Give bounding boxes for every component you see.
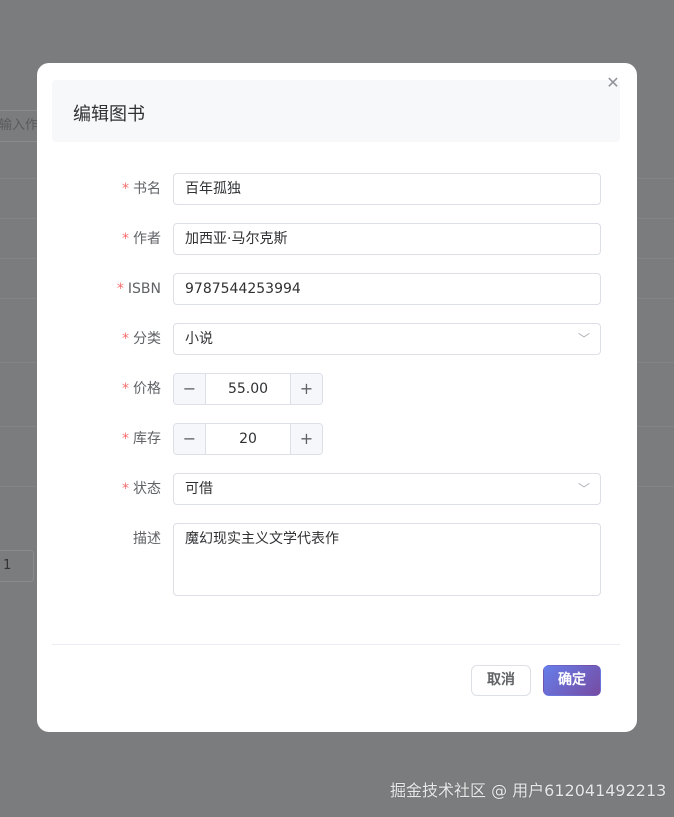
stock-stepper: − 20 + xyxy=(173,423,323,455)
category-label: * 分类 xyxy=(122,323,161,355)
required-mark: * xyxy=(122,231,129,247)
author-input[interactable]: 加西亚·马尔克斯 xyxy=(173,223,601,255)
status-label: * 状态 xyxy=(122,473,161,505)
required-mark: * xyxy=(122,431,129,447)
description-label: 描述 xyxy=(133,523,161,555)
status-select[interactable]: 可借 ﹀ xyxy=(173,473,601,505)
label-text: 价格 xyxy=(133,381,161,397)
required-mark: * xyxy=(122,481,129,497)
required-mark: * xyxy=(122,381,129,397)
form-row-status: * 状态 可借 ﹀ xyxy=(37,473,637,505)
label-text: 描述 xyxy=(133,531,161,547)
required-mark: * xyxy=(116,281,124,297)
price-input[interactable]: 55.00 xyxy=(206,374,290,404)
form-row-author: * 作者 加西亚·马尔克斯 xyxy=(37,223,637,255)
chevron-down-icon: ﹀ xyxy=(577,482,590,496)
increase-button[interactable]: + xyxy=(290,374,322,404)
label-text: 作者 xyxy=(133,231,161,247)
price-stepper: − 55.00 + xyxy=(173,373,323,405)
edit-book-dialog: 编辑图书 ✕ * 书名 百年孤独 * 作者 加西亚·马尔克斯 * ISBN 97875… xyxy=(37,63,637,732)
cancel-button[interactable]: 取消 xyxy=(471,665,531,696)
category-select[interactable]: 小说 ﹀ xyxy=(173,323,601,355)
confirm-button[interactable]: 确定 xyxy=(543,665,601,696)
chevron-down-icon: ﹀ xyxy=(577,332,590,346)
required-mark: * xyxy=(122,181,129,197)
isbn-input[interactable]: 9787544253994 xyxy=(173,273,601,305)
select-value: 小说 xyxy=(185,331,213,347)
footer-divider xyxy=(52,644,620,645)
background-pagination: 1 xyxy=(0,550,34,582)
label-text: 分类 xyxy=(133,331,161,347)
stock-input[interactable]: 20 xyxy=(206,424,290,454)
dialog-title: 编辑图书 xyxy=(73,104,145,125)
form-row-category: * 分类 小说 ﹀ xyxy=(37,323,637,355)
form-row-title: * 书名 百年孤独 xyxy=(37,173,637,205)
label-text: ISBN xyxy=(127,281,161,297)
decrease-button[interactable]: − xyxy=(174,424,206,454)
title-input[interactable]: 百年孤独 xyxy=(173,173,601,205)
form-row-price: * 价格 − 55.00 + xyxy=(37,373,637,405)
isbn-label: * ISBN xyxy=(117,273,161,305)
label-text: 书名 xyxy=(133,181,161,197)
form-row-stock: * 库存 − 20 + xyxy=(37,423,637,455)
dialog-header: 编辑图书 xyxy=(52,80,620,142)
form-row-isbn: * ISBN 9787544253994 xyxy=(37,273,637,305)
required-mark: * xyxy=(122,331,129,347)
decrease-button[interactable]: − xyxy=(174,374,206,404)
close-icon[interactable]: ✕ xyxy=(605,75,621,91)
form-row-description: 描述 魔幻现实主义文学代表作 xyxy=(37,523,637,596)
author-label: * 作者 xyxy=(122,223,161,255)
label-text: 库存 xyxy=(133,431,161,447)
watermark: 掘金技术社区 @ 用户612041492213 xyxy=(390,781,667,800)
stock-label: * 库存 xyxy=(122,423,161,455)
increase-button[interactable]: + xyxy=(290,424,322,454)
description-textarea[interactable]: 魔幻现实主义文学代表作 xyxy=(173,523,601,596)
label-text: 状态 xyxy=(133,481,161,497)
select-value: 可借 xyxy=(185,481,213,497)
price-label: * 价格 xyxy=(122,373,161,405)
title-label: * 书名 xyxy=(122,173,161,205)
